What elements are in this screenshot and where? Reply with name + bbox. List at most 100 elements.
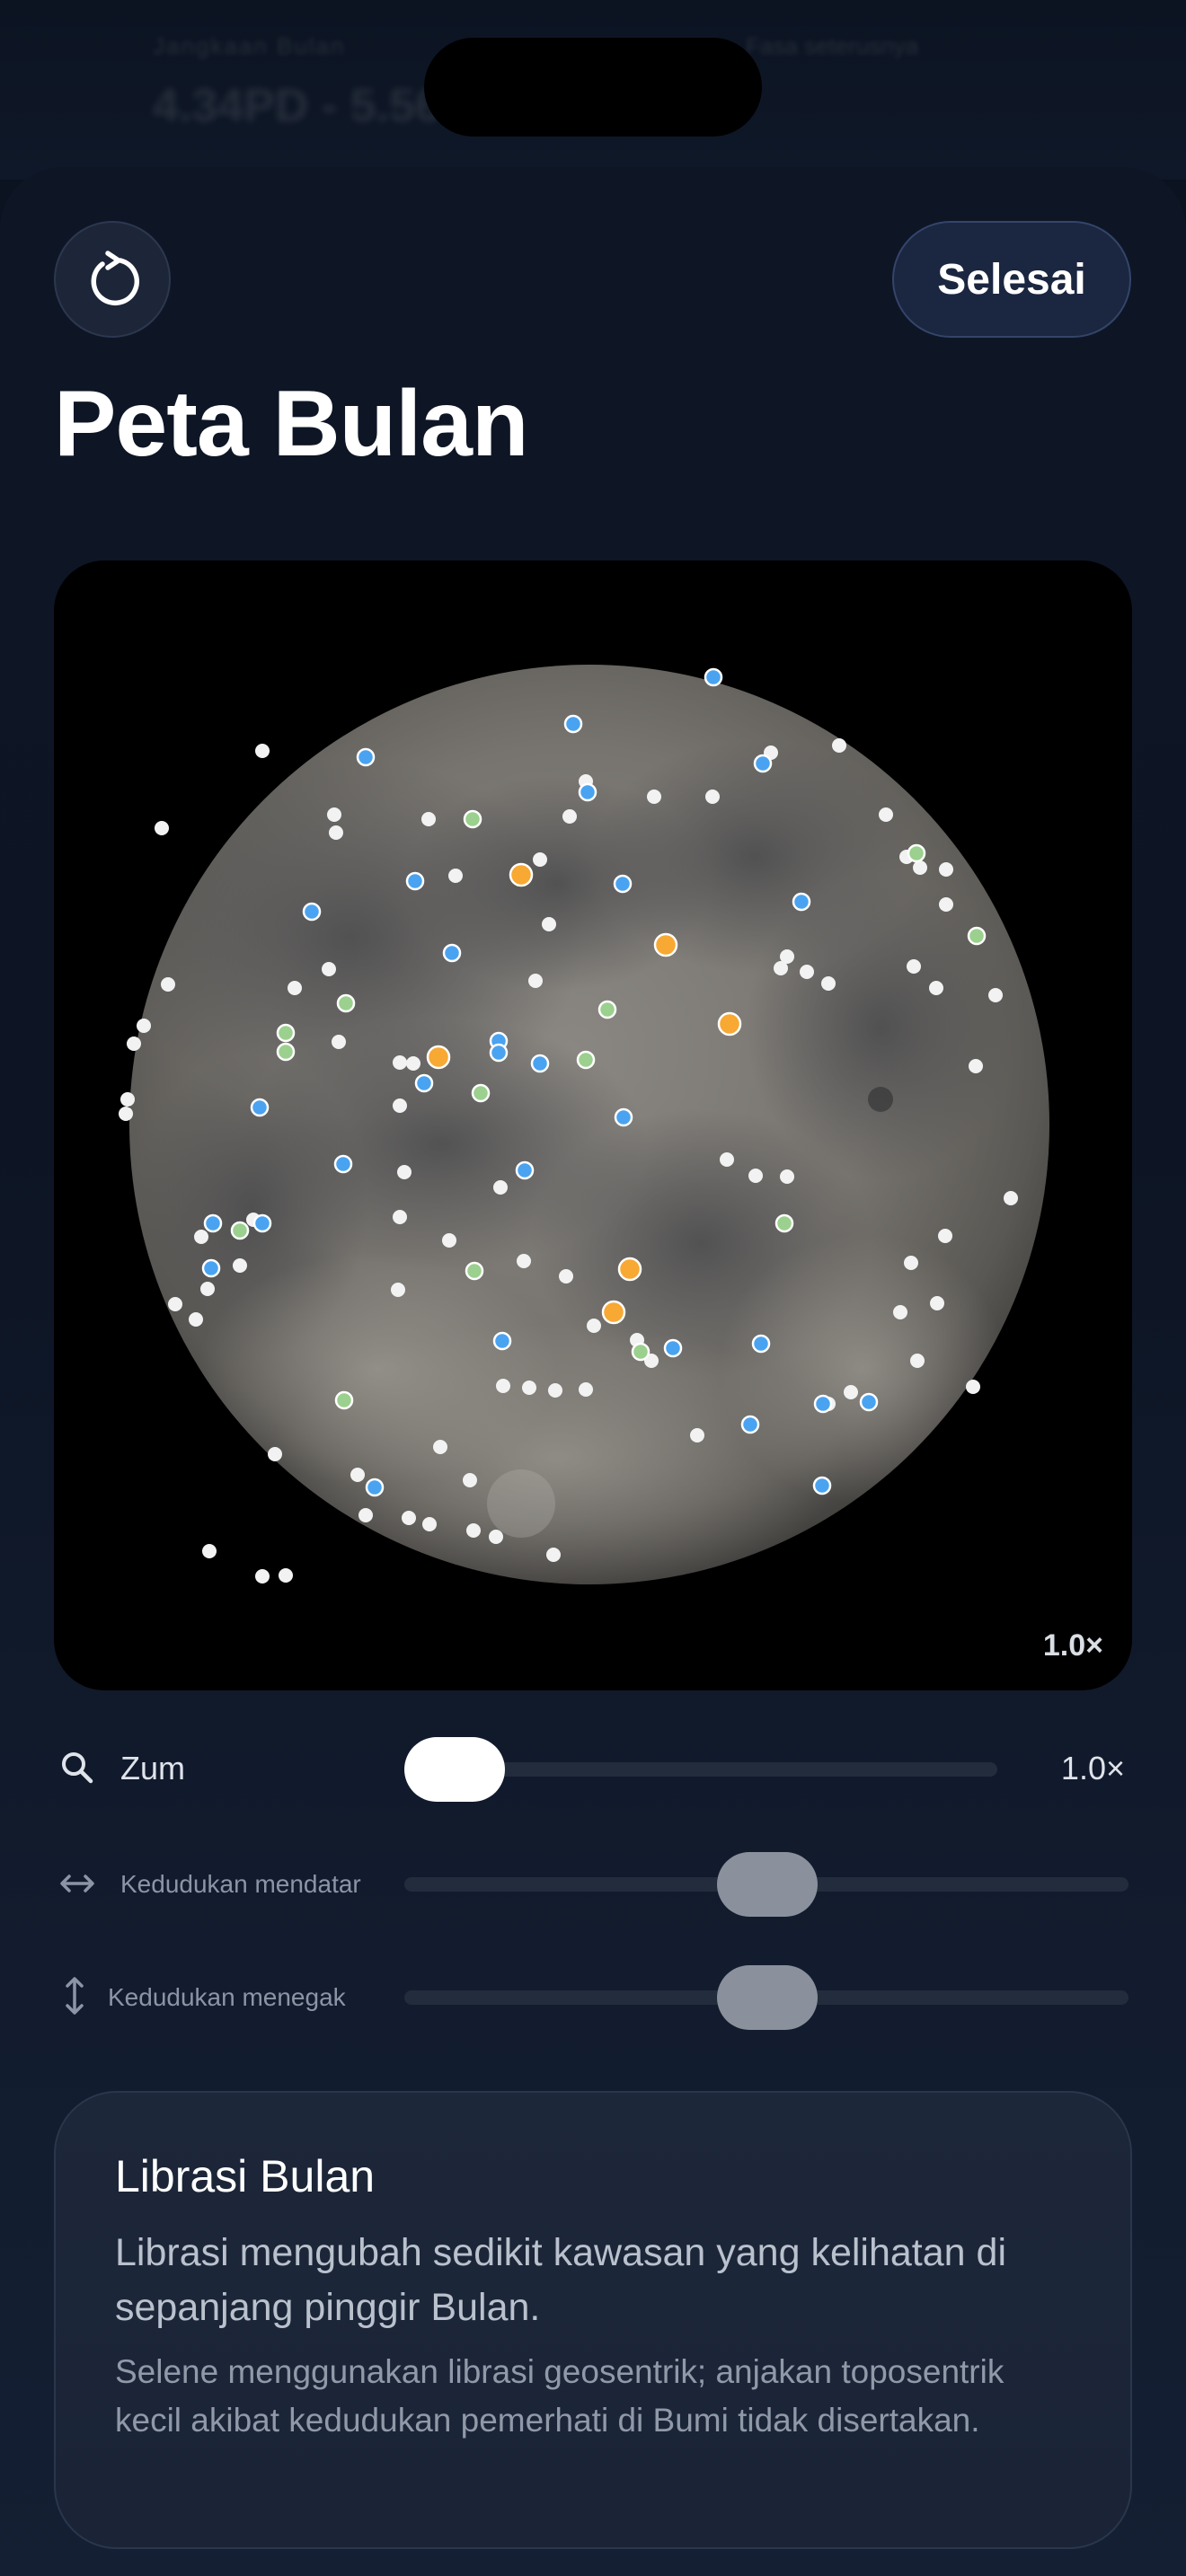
map-marker-white[interactable] (913, 860, 927, 875)
map-marker-white[interactable] (442, 1233, 456, 1248)
map-marker-white[interactable] (288, 981, 302, 995)
map-marker-green[interactable] (471, 1083, 491, 1103)
map-marker-white[interactable] (119, 1107, 133, 1121)
map-marker-white[interactable] (780, 949, 794, 964)
map-marker-white[interactable] (844, 1385, 858, 1399)
map-marker-white[interactable] (647, 790, 661, 804)
map-marker-blue[interactable] (663, 1338, 683, 1358)
map-marker-blue[interactable] (751, 1334, 771, 1354)
map-marker-green[interactable] (967, 926, 987, 946)
map-marker-green[interactable] (576, 1050, 596, 1070)
map-marker-white[interactable] (587, 1319, 601, 1333)
map-marker-white[interactable] (548, 1383, 562, 1398)
map-marker-blue[interactable] (414, 1073, 434, 1093)
map-marker-white[interactable] (1004, 1191, 1018, 1205)
vertical-slider-thumb[interactable] (717, 1965, 818, 2030)
map-marker-blue[interactable] (704, 667, 723, 687)
map-marker-white[interactable] (327, 807, 341, 822)
map-marker-green[interactable] (336, 993, 356, 1013)
map-marker-white[interactable] (422, 1517, 437, 1531)
map-marker-white[interactable] (579, 1382, 593, 1397)
map-marker-green[interactable] (907, 843, 926, 863)
map-marker-white[interactable] (533, 852, 547, 867)
map-marker-blue[interactable] (792, 892, 811, 912)
map-marker-green[interactable] (334, 1390, 354, 1410)
map-marker-white[interactable] (332, 1035, 346, 1049)
map-marker-white[interactable] (358, 1508, 373, 1522)
map-marker-blue[interactable] (356, 747, 376, 767)
map-marker-white[interactable] (966, 1380, 980, 1394)
map-marker-white[interactable] (466, 1523, 481, 1538)
map-marker-green[interactable] (774, 1213, 794, 1233)
map-marker-white[interactable] (542, 917, 556, 931)
map-marker-white[interactable] (433, 1440, 447, 1454)
map-marker-blue[interactable] (250, 1098, 270, 1117)
map-marker-white[interactable] (448, 869, 463, 883)
map-marker-blue[interactable] (812, 1476, 832, 1495)
map-marker-white[interactable] (939, 897, 953, 912)
map-marker-blue[interactable] (442, 943, 462, 963)
map-marker-white[interactable] (168, 1297, 182, 1311)
map-marker-white[interactable] (929, 981, 943, 995)
map-marker-white[interactable] (522, 1381, 536, 1395)
map-marker-green[interactable] (631, 1342, 651, 1362)
map-marker-white[interactable] (705, 790, 720, 804)
map-marker-white[interactable] (421, 812, 436, 826)
map-marker-white[interactable] (200, 1282, 215, 1296)
map-marker-white[interactable] (279, 1568, 293, 1583)
map-marker-white[interactable] (127, 1037, 141, 1051)
map-marker-white[interactable] (489, 1530, 503, 1544)
map-marker-blue[interactable] (302, 902, 322, 922)
map-marker-green[interactable] (465, 1261, 484, 1281)
map-marker-white[interactable] (939, 862, 953, 877)
map-marker-blue[interactable] (489, 1043, 509, 1063)
map-marker-blue[interactable] (740, 1415, 760, 1434)
map-marker-orange[interactable] (653, 932, 678, 957)
map-marker-white[interactable] (800, 965, 814, 979)
map-marker-white[interactable] (748, 1169, 763, 1183)
horizontal-slider-thumb[interactable] (717, 1852, 818, 1917)
map-marker-white[interactable] (780, 1169, 794, 1184)
map-marker-white[interactable] (821, 976, 836, 991)
map-marker-white[interactable] (493, 1180, 508, 1195)
map-marker-white[interactable] (402, 1511, 416, 1525)
map-marker-white[interactable] (268, 1447, 282, 1461)
map-marker-blue[interactable] (201, 1258, 221, 1278)
map-marker-green[interactable] (230, 1221, 250, 1240)
map-marker-orange[interactable] (717, 1011, 742, 1037)
map-marker-blue[interactable] (333, 1154, 353, 1174)
map-marker-white[interactable] (528, 974, 543, 988)
map-marker-white[interactable] (255, 1569, 270, 1584)
map-marker-blue[interactable] (563, 714, 583, 734)
map-marker-orange[interactable] (509, 862, 534, 887)
map-marker-orange[interactable] (617, 1257, 642, 1282)
map-marker-blue[interactable] (614, 1107, 633, 1127)
map-marker-white[interactable] (194, 1230, 208, 1244)
map-marker-white[interactable] (393, 1210, 407, 1224)
map-marker-white[interactable] (546, 1548, 561, 1562)
map-marker-white[interactable] (255, 744, 270, 758)
map-marker-blue[interactable] (405, 871, 425, 891)
map-marker-white[interactable] (893, 1305, 907, 1319)
map-marker-blue[interactable] (813, 1394, 833, 1414)
map-marker-blue[interactable] (578, 782, 597, 802)
map-marker-white[interactable] (969, 1059, 983, 1073)
map-marker-blue[interactable] (859, 1392, 879, 1412)
map-marker-white[interactable] (189, 1312, 203, 1327)
map-marker-white[interactable] (910, 1354, 925, 1368)
map-marker-white[interactable] (120, 1092, 135, 1107)
map-marker-white[interactable] (907, 959, 921, 974)
map-marker-blue[interactable] (203, 1213, 223, 1233)
map-marker-white[interactable] (322, 962, 336, 976)
map-marker-white[interactable] (517, 1254, 531, 1268)
zoom-slider-thumb[interactable] (404, 1737, 505, 1802)
map-marker-white[interactable] (930, 1296, 944, 1310)
map-marker-white[interactable] (559, 1269, 573, 1284)
map-marker-white[interactable] (938, 1229, 952, 1243)
map-marker-orange[interactable] (601, 1300, 626, 1325)
map-marker-white[interactable] (496, 1379, 510, 1393)
map-marker-blue[interactable] (530, 1054, 550, 1073)
moon-map[interactable]: 1.0× (54, 560, 1132, 1690)
map-marker-green[interactable] (463, 809, 482, 829)
map-marker-blue[interactable] (252, 1213, 272, 1233)
